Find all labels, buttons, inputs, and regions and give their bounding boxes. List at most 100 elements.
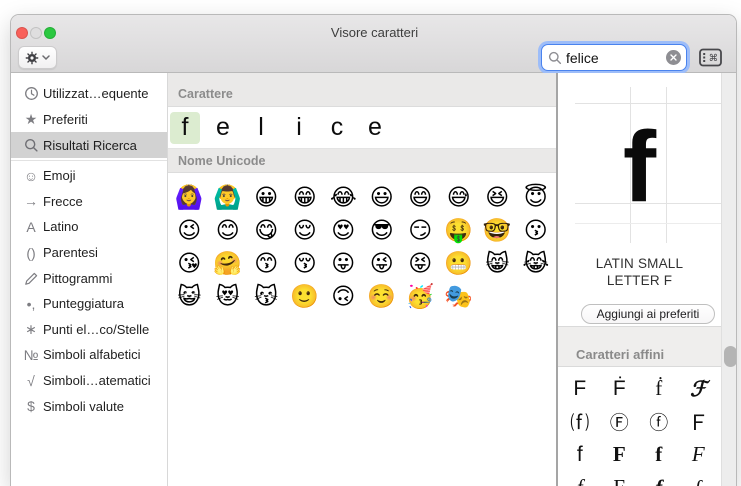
emoji-cell[interactable]: 😇 — [517, 182, 556, 215]
emoji-cell[interactable]: 🤑 — [440, 215, 479, 248]
character-name-line2: LETTER F — [606, 273, 673, 288]
punctuation-icon: •, — [26, 295, 36, 312]
emoji-cell[interactable]: 🤓 — [478, 215, 517, 248]
sidebar-item-latin[interactable]: A Latino — [11, 214, 167, 240]
sidebar-item-search-results[interactable]: Risultati Ricerca — [11, 132, 167, 158]
emoji-cell[interactable]: 🙂 — [286, 281, 325, 314]
emoji-cell[interactable]: 😙 — [247, 248, 286, 281]
emoji-cell[interactable]: 😊 — [209, 215, 248, 248]
scrollbar-track[interactable] — [721, 73, 736, 486]
sidebar-item-letterlike[interactable]: № Simboli alfabetici — [11, 342, 167, 368]
sidebar-item-pictographs[interactable]: Pittogrammi — [11, 265, 167, 291]
content-area: Utilizzat…equente ★ Preferiti Risultati Ric… — [11, 73, 736, 486]
sidebar-item-label: Pittogrammi — [43, 270, 113, 286]
related-char-cell[interactable]: f — [639, 438, 679, 471]
sidebar-item-label: Punti el…co/Stelle — [43, 321, 150, 337]
emoji-cell[interactable]: 😘 — [170, 248, 209, 281]
emoji-cell[interactable]: 😁 — [286, 182, 325, 215]
emoji-cell[interactable]: 😺 — [170, 281, 209, 314]
related-char-cell[interactable]: Ḟ — [600, 372, 640, 405]
clock-icon — [19, 86, 43, 101]
emoji-cell[interactable]: 😹 — [517, 248, 556, 281]
related-char-cell[interactable]: F — [600, 471, 640, 486]
emoji-cell[interactable]: 😂 — [324, 182, 363, 215]
pencil-icon — [19, 271, 43, 286]
emoji-cell[interactable]: 😽 — [247, 281, 286, 314]
emoji-cell[interactable]: 😜 — [363, 248, 402, 281]
search-field[interactable] — [541, 44, 687, 71]
emoji-cell[interactable]: 😝 — [401, 248, 440, 281]
emoji-cell[interactable]: 😏 — [401, 215, 440, 248]
emoji-cell[interactable]: 😌 — [286, 215, 325, 248]
scrollbar-thumb[interactable] — [724, 346, 736, 367]
related-char-cell[interactable]: f — [639, 471, 679, 486]
clear-search-button[interactable] — [666, 50, 681, 65]
emoji-cell[interactable]: 😃 — [363, 182, 402, 215]
character-cell[interactable]: e — [208, 112, 238, 144]
character-cell[interactable]: e — [360, 112, 390, 144]
sidebar-item-label: Utilizzat…equente — [43, 85, 149, 101]
glyph-guide-line — [575, 103, 721, 104]
sidebar-item-bullets-stars[interactable]: ∗ Punti el…co/Stelle — [11, 317, 167, 343]
sidebar-item-label: Frecce — [43, 193, 83, 209]
sidebar-item-emoji[interactable]: ☺ Emoji — [11, 163, 167, 189]
sidebar-item-parentheses[interactable]: () Parentesi — [11, 240, 167, 266]
keyboard-viewer-button[interactable]: ⌘ — [698, 47, 723, 68]
sidebar-item-math[interactable]: √ Simboli…atematici — [11, 368, 167, 394]
sidebar-item-label: Preferiti — [43, 111, 88, 127]
character-cell[interactable]: l — [246, 112, 276, 144]
search-input[interactable] — [562, 49, 666, 66]
character-cell[interactable]: f — [170, 111, 200, 144]
emoji-cell[interactable]: 😆 — [478, 182, 517, 215]
emoji-cell[interactable]: 🙆‍♂️ — [209, 182, 248, 215]
related-char-cell[interactable]: ℱ — [679, 372, 719, 405]
related-char-cell[interactable]: Ⓕ — [600, 405, 640, 438]
related-char-cell[interactable]: Ｆ — [679, 405, 719, 438]
emoji-cell[interactable]: 😸 — [478, 248, 517, 281]
emoji-cell[interactable]: 🎭 — [440, 281, 479, 314]
related-char-cell[interactable]: F — [679, 438, 719, 471]
emoji-cell[interactable]: 😗 — [517, 215, 556, 248]
parentheses-icon: () — [26, 244, 36, 261]
emoji-cell[interactable]: 😬 — [440, 248, 479, 281]
emoji-cell[interactable]: 😀 — [247, 182, 286, 215]
sidebar-item-recents[interactable]: Utilizzat…equente — [11, 80, 167, 106]
related-char-cell[interactable]: F — [600, 438, 640, 471]
emoji-cell[interactable]: 😋 — [247, 215, 286, 248]
search-icon — [19, 138, 43, 153]
add-to-favorites-button[interactable]: Aggiungi ai preferiti — [581, 304, 715, 324]
emoji-cell[interactable]: ☺️ — [363, 281, 402, 314]
sidebar-item-punctuation[interactable]: •, Punteggiatura — [11, 291, 167, 317]
smiley-icon: ☺ — [23, 167, 39, 184]
emoji-cell[interactable]: 😉 — [170, 215, 209, 248]
action-menu-button[interactable] — [18, 46, 57, 69]
results-panel: Carattere felice Nome Unicode 🙆‍♀️ 🙆‍♂️ 😀 😁… — [168, 73, 556, 486]
emoji-cell[interactable]: 🥳 — [401, 281, 440, 314]
related-char-cell[interactable]: ⓕ — [639, 405, 679, 438]
emoji-cell[interactable]: 😅 — [440, 182, 479, 215]
emoji-cell[interactable]: 🤗 — [209, 248, 248, 281]
sidebar-item-favorites[interactable]: ★ Preferiti — [11, 106, 167, 132]
star-icon: ★ — [24, 110, 38, 127]
related-char-cell[interactable]: ḟ — [639, 372, 679, 405]
related-char-cell[interactable]: f — [560, 471, 600, 486]
related-char-cell[interactable]: f — [560, 438, 600, 471]
detail-panel: f LATIN SMALL LETTER F Aggiungi ai prefe… — [556, 73, 736, 486]
related-char-cell[interactable]: F — [560, 372, 600, 405]
emoji-cell[interactable]: 😛 — [324, 248, 363, 281]
emoji-cell[interactable]: 😄 — [401, 182, 440, 215]
emoji-cell[interactable]: 😍 — [324, 215, 363, 248]
emoji-cell[interactable]: 😎 — [363, 215, 402, 248]
sidebar-item-label: Emoji — [43, 168, 76, 184]
emoji-cell[interactable]: 🙃 — [324, 281, 363, 314]
character-cell[interactable]: c — [322, 112, 352, 144]
related-char-cell[interactable]: ⒡ — [560, 405, 600, 438]
sidebar-item-currency[interactable]: $ Simboli valute — [11, 393, 167, 419]
emoji-cell[interactable]: 🙆‍♀️ — [170, 182, 209, 215]
emoji-cell[interactable]: 😚 — [286, 248, 325, 281]
sidebar-item-label: Simboli alfabetici — [43, 347, 141, 363]
related-char-cell[interactable]: ƒ — [679, 471, 719, 486]
character-cell[interactable]: i — [284, 112, 314, 144]
sidebar-item-arrows[interactable]: → Frecce — [11, 189, 167, 215]
emoji-cell[interactable]: 😻 — [209, 281, 248, 314]
